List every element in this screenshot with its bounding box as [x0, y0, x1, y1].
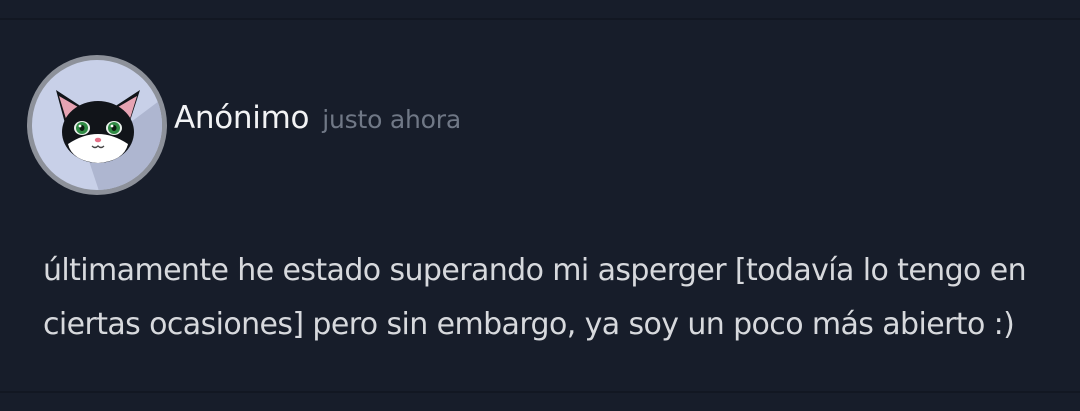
author-name[interactable]: Anónimo	[174, 100, 309, 136]
comment-meta: Anónimo justo ahora	[174, 100, 461, 136]
comment-body: últimamente he estado superando mi asper…	[43, 244, 1043, 352]
comment-text-line-1: últimamente he estado superando mi asper…	[43, 253, 1027, 288]
comment-text-line-2: ciertas ocasiones] pero sin embargo, ya …	[43, 307, 1015, 342]
bottom-divider	[0, 391, 1080, 393]
user-avatar[interactable]	[27, 55, 167, 195]
cat-avatar-icon	[32, 60, 162, 190]
comment-timestamp: justo ahora	[322, 105, 461, 134]
comment-card: Anónimo justo ahora últimamente he estad…	[0, 20, 1080, 391]
